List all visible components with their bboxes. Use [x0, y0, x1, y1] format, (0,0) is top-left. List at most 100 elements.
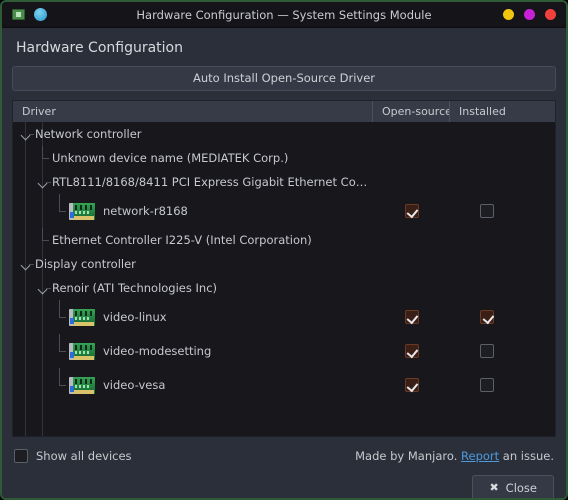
tree-branch-line	[53, 368, 66, 402]
table-row[interactable]: Network controller	[13, 122, 555, 146]
window-titlebar[interactable]: Hardware Configuration — System Settings…	[2, 2, 566, 28]
driver-label: Ethernet Controller I225-V (Intel Corpor…	[52, 233, 312, 247]
installed-cell	[450, 276, 555, 300]
chevron-down-icon[interactable]	[19, 258, 34, 271]
open-source-cell	[373, 276, 450, 300]
show-all-devices-checkbox[interactable]	[14, 449, 28, 463]
table-row[interactable]: Renoir (ATI Technologies Inc)	[13, 276, 555, 300]
installed-cell	[450, 228, 555, 252]
open-source-checkbox[interactable]	[404, 378, 419, 392]
window-controls	[466, 9, 556, 20]
blue-dot-icon	[34, 8, 47, 21]
open-source-cell	[373, 228, 450, 252]
open-source-cell	[373, 252, 450, 276]
driver-name-cell: Renoir (ATI Technologies Inc)	[13, 276, 373, 300]
report-issue-link[interactable]: Report	[461, 449, 499, 463]
pci-card-icon	[69, 202, 95, 220]
display-chip-icon	[12, 9, 25, 20]
close-dialog-button[interactable]: ✖ Close	[472, 475, 554, 498]
pci-card-icon	[69, 308, 95, 326]
installed-cell	[450, 146, 555, 170]
pci-card-icon	[69, 342, 95, 360]
application-window: Hardware Configuration — System Settings…	[0, 0, 568, 500]
tree-body[interactable]: Network controller Unknown device name (M…	[13, 122, 555, 436]
column-header-driver[interactable]: Driver	[13, 101, 373, 122]
chevron-down-icon[interactable]	[36, 176, 51, 189]
auto-install-open-source-driver-button[interactable]: Auto Install Open-Source Driver	[12, 66, 556, 91]
open-source-checkbox[interactable]	[404, 344, 419, 358]
show-all-devices-toggle[interactable]: Show all devices	[14, 449, 132, 463]
table-row[interactable]: video-vesa	[13, 368, 555, 402]
dialog-body: Hardware Configuration Auto Install Open…	[2, 28, 566, 498]
table-row[interactable]: Unknown device name (MEDIATEK Corp.)	[13, 146, 555, 170]
dialog-footer: Show all devices Made by Manjaro. Report…	[12, 437, 556, 498]
minimize-button[interactable]	[503, 9, 514, 20]
driver-name-cell: Unknown device name (MEDIATEK Corp.)	[13, 146, 373, 170]
driver-label: video-vesa	[103, 378, 166, 392]
open-source-cell	[373, 170, 450, 194]
footer-button-row: ✖ Close	[14, 466, 554, 498]
installed-cell	[450, 122, 555, 146]
table-row[interactable]: video-linux	[13, 300, 555, 334]
credit-suffix: an issue.	[499, 449, 554, 463]
driver-name-cell: Network controller	[13, 122, 373, 146]
table-row[interactable]: Display controller	[13, 252, 555, 276]
window-title: Hardware Configuration — System Settings…	[136, 7, 432, 22]
chevron-down-icon[interactable]	[36, 282, 51, 295]
titlebar-left-icons	[12, 8, 102, 21]
driver-label: video-linux	[103, 310, 167, 324]
driver-name-cell: video-modesetting	[13, 334, 373, 368]
driver-label: Renoir (ATI Technologies Inc)	[52, 281, 218, 295]
tree-branch-line	[53, 194, 66, 228]
installed-checkbox[interactable]	[480, 344, 494, 358]
open-source-cell	[373, 194, 450, 228]
open-source-checkbox[interactable]	[404, 204, 419, 218]
open-source-cell	[373, 368, 450, 402]
installed-cell	[450, 368, 555, 402]
open-source-cell	[373, 146, 450, 170]
column-header-installed[interactable]: Installed	[450, 101, 555, 122]
table-row[interactable]: network-r8168	[13, 194, 555, 228]
driver-label: Network controller	[35, 127, 142, 141]
footer-top-row: Show all devices Made by Manjaro. Report…	[14, 446, 554, 466]
column-header-open-source[interactable]: Open-source	[373, 101, 450, 122]
installed-checkbox[interactable]	[480, 204, 494, 218]
table-row[interactable]: Ethernet Controller I225-V (Intel Corpor…	[13, 228, 555, 252]
driver-label: network-r8168	[103, 204, 188, 218]
installed-checkbox[interactable]	[480, 310, 494, 324]
driver-label: Unknown device name (MEDIATEK Corp.)	[52, 151, 289, 165]
page-title: Hardware Configuration	[16, 40, 183, 56]
driver-name-cell: Display controller	[13, 252, 373, 276]
maximize-button[interactable]	[524, 9, 535, 20]
open-source-checkbox[interactable]	[404, 310, 419, 324]
window-close-button[interactable]	[545, 9, 556, 20]
pci-card-icon	[69, 376, 95, 394]
installed-checkbox[interactable]	[480, 378, 494, 392]
table-row[interactable]: RTL8111/8168/8411 PCI Express Gigabit Et…	[13, 170, 555, 194]
tree-branch-line	[36, 228, 49, 252]
driver-name-cell: video-linux	[13, 300, 373, 334]
open-source-cell	[373, 300, 450, 334]
driver-name-cell: network-r8168	[13, 194, 373, 228]
table-row[interactable]: video-modesetting	[13, 334, 555, 368]
tree-branch-line	[36, 146, 49, 170]
driver-name-cell: RTL8111/8168/8411 PCI Express Gigabit Et…	[13, 170, 373, 194]
table-header-row: Driver Open-source Installed	[13, 101, 555, 122]
installed-cell	[450, 194, 555, 228]
installed-cell	[450, 170, 555, 194]
driver-name-cell: Ethernet Controller I225-V (Intel Corpor…	[13, 228, 373, 252]
open-source-cell	[373, 122, 450, 146]
show-all-devices-label: Show all devices	[36, 449, 132, 463]
driver-label: RTL8111/8168/8411 PCI Express Gigabit Et…	[52, 175, 373, 189]
chevron-down-icon[interactable]	[19, 128, 34, 141]
driver-label: Display controller	[35, 257, 136, 271]
driver-label: video-modesetting	[103, 344, 212, 358]
close-button-label: Close	[505, 480, 537, 495]
installed-cell	[450, 300, 555, 334]
